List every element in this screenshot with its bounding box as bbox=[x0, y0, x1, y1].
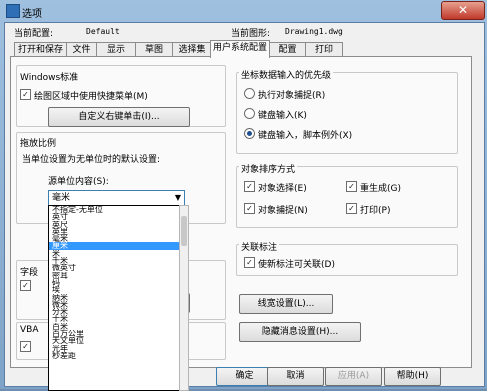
unit-option[interactable]: 秒差距 bbox=[49, 352, 180, 359]
unit-option[interactable]: 码 bbox=[49, 279, 180, 286]
coord-priority-title: 坐标数据输入的优先级 bbox=[239, 68, 334, 81]
tab-selection[interactable]: 选择集 bbox=[172, 42, 212, 57]
sort-plot-label: 打印(P) bbox=[360, 206, 391, 216]
keyboard-except-scripts-label: 键盘输入，脚本例外(X) bbox=[258, 131, 353, 141]
unit-option[interactable]: 毫米 bbox=[49, 235, 180, 242]
unit-option[interactable]: 英寸 bbox=[49, 213, 180, 220]
vba-title: VBA bbox=[20, 325, 39, 335]
current-drawing-label: 当前图形: bbox=[231, 29, 271, 39]
fields-checkbox[interactable]: ✓ bbox=[20, 280, 31, 291]
tab-profiles[interactable]: 配置 bbox=[269, 42, 306, 57]
tab-drafting[interactable]: 草图 bbox=[135, 42, 173, 57]
unit-option[interactable]: 微米 bbox=[49, 301, 180, 308]
current-profile-label: 当前配置: bbox=[14, 29, 54, 39]
unit-option[interactable]: 不指定-无单位 bbox=[49, 206, 180, 213]
source-units-value: 毫米 bbox=[52, 193, 71, 203]
tab-display[interactable]: 显示 bbox=[96, 42, 136, 57]
unit-option[interactable]: 密耳 bbox=[49, 272, 180, 279]
sort-object-selection-checkbox[interactable]: ✓ bbox=[244, 181, 255, 192]
unit-option[interactable]: 英尺 bbox=[49, 221, 180, 228]
unit-option[interactable]: 光年 bbox=[49, 345, 180, 352]
windows-standard-title: Windows标准 bbox=[20, 73, 79, 83]
drag-scale-title: 拖放比例 bbox=[20, 139, 57, 149]
unit-option[interactable]: 厘米 bbox=[49, 242, 180, 250]
close-button[interactable]: ✕ bbox=[441, 1, 485, 20]
right-click-customize-button[interactable]: 自定义右键单击(I)... bbox=[48, 107, 190, 127]
unit-option[interactable]: 千米 bbox=[49, 257, 180, 264]
unit-option[interactable]: 埃 bbox=[49, 286, 180, 293]
unit-option[interactable]: 百米 bbox=[49, 323, 180, 330]
tab-files[interactable]: 文件 bbox=[66, 42, 97, 57]
lineweight-settings-button[interactable]: 线宽设置(L)... bbox=[239, 294, 333, 314]
current-drawing-value: Drawing1.dwg bbox=[285, 27, 343, 36]
keyboard-entry-label: 键盘输入(K) bbox=[258, 111, 307, 121]
window-title: 选项 bbox=[22, 9, 42, 20]
title-bar: 选项 ✕ bbox=[0, 0, 487, 22]
cancel-button[interactable]: 取消 bbox=[267, 367, 324, 386]
options-dialog: 选项 ✕ 当前配置: Default 当前图形: Drawing1.dwg 打开… bbox=[0, 0, 487, 391]
sort-regen-checkbox[interactable]: ✓ bbox=[346, 181, 357, 192]
object-sorting-group bbox=[236, 166, 458, 228]
dropdown-scrollbar[interactable] bbox=[179, 205, 189, 391]
apply-button[interactable]: 应用(A) bbox=[325, 367, 382, 386]
assoc-dim-label: 使新标注可关联(D) bbox=[258, 260, 335, 270]
unit-option[interactable]: 米 bbox=[49, 250, 180, 257]
tab-user-preferences[interactable]: 用户系统配置 bbox=[210, 40, 270, 58]
assoc-dim-title: 关联标注 bbox=[239, 240, 280, 253]
unit-option[interactable]: 纳米 bbox=[49, 294, 180, 301]
shortcut-menu-label: 绘图区域中使用快捷菜单(M) bbox=[34, 92, 148, 102]
unit-option[interactable]: 天文单位 bbox=[49, 337, 180, 344]
current-profile-value: Default bbox=[86, 27, 120, 36]
assoc-dim-checkbox[interactable]: ✓ bbox=[244, 257, 255, 268]
sort-regen-label: 重生成(G) bbox=[360, 184, 401, 194]
tab-open-save[interactable]: 打开和保存 bbox=[14, 42, 67, 57]
sort-object-snap-label: 对象捕捉(N) bbox=[258, 206, 308, 216]
running-osnap-radio[interactable] bbox=[244, 88, 255, 99]
chevron-down-icon: ▼ bbox=[174, 193, 181, 202]
shortcut-menu-checkbox[interactable]: ✓ bbox=[20, 89, 31, 100]
object-sorting-title: 对象排序方式 bbox=[239, 162, 298, 175]
source-units-select[interactable]: 毫米 ▼ bbox=[48, 190, 185, 206]
sort-object-snap-checkbox[interactable]: ✓ bbox=[244, 203, 255, 214]
source-units-label: 源单位内容(S): bbox=[48, 177, 109, 187]
keyboard-except-scripts-radio[interactable] bbox=[244, 128, 255, 139]
unit-option[interactable]: 百万公里 bbox=[49, 330, 180, 337]
tab-plot[interactable]: 打印 bbox=[305, 42, 343, 57]
unit-option[interactable]: 微英寸 bbox=[49, 264, 180, 271]
help-button[interactable]: 帮助(H) bbox=[384, 367, 441, 386]
sort-object-selection-label: 对象选择(E) bbox=[258, 184, 307, 194]
hidden-messages-button[interactable]: 隐藏消息设置(H)... bbox=[239, 322, 361, 342]
source-units-dropdown-list[interactable]: 不指定-无单位 英寸 英尺 英里 毫米 厘米米千米 微英寸 密耳码埃纳米 微米 分米 十米 百米 百万公… bbox=[48, 205, 181, 391]
fields-title: 字段 bbox=[20, 268, 39, 278]
running-osnap-label: 执行对象捕捉(R) bbox=[258, 91, 326, 101]
unit-option[interactable]: 十米 bbox=[49, 315, 180, 322]
scrollbar-thumb[interactable] bbox=[181, 216, 187, 246]
sort-plot-checkbox[interactable]: ✓ bbox=[346, 203, 357, 214]
unit-option[interactable]: 分米 bbox=[49, 308, 180, 315]
keyboard-entry-radio[interactable] bbox=[244, 108, 255, 119]
vba-checkbox[interactable]: ✓ bbox=[20, 341, 31, 352]
unit-option[interactable]: 英里 bbox=[49, 228, 180, 235]
app-icon bbox=[6, 4, 20, 18]
ok-button[interactable]: 确定 bbox=[216, 367, 273, 386]
drag-scale-subtitle: 当单位设置为无单位时的默认设置: bbox=[22, 155, 161, 165]
